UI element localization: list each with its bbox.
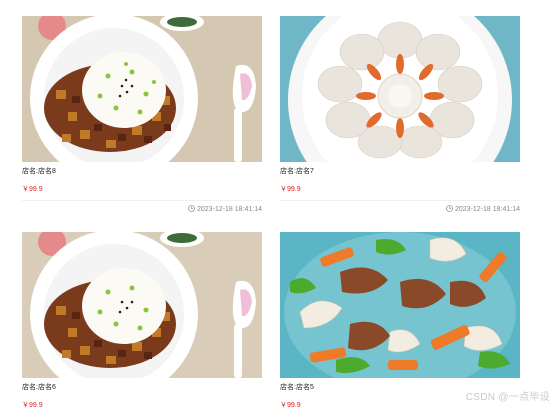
dish-card: 店名:店名6 ￥99.9 (22, 232, 262, 410)
publish-time: 2023-12-18 18:41:14 (22, 205, 262, 214)
price: ￥99.9 (22, 186, 43, 193)
clock-icon (446, 205, 453, 212)
dish-card: 店名:店名8 ￥99.9 2023-12-18 18:41:14 (22, 16, 262, 214)
dish-photo[interactable] (280, 232, 520, 378)
csdn-watermark: CSDN @一点毕设 (465, 392, 550, 403)
dish-card: 店名:店名5 ￥99.9 (280, 232, 520, 410)
dish-photo[interactable] (22, 16, 262, 162)
stir-fried-pork-vegetables-photo (280, 232, 520, 378)
dish-photo[interactable] (280, 16, 520, 162)
publish-time: 2023-12-18 18:41:14 (280, 205, 520, 214)
divider (280, 200, 520, 201)
price: ￥99.9 (280, 186, 301, 193)
rice-braised-pork-photo (22, 232, 262, 378)
clock-icon (188, 205, 195, 212)
divider (22, 200, 262, 201)
rice-braised-pork-photo (22, 16, 262, 162)
time-text: 2023-12-18 18:41:14 (197, 206, 262, 213)
shop-name[interactable]: 店名:店名6 (22, 383, 262, 393)
time-text: 2023-12-18 18:41:14 (455, 206, 520, 213)
dish-photo[interactable] (22, 232, 262, 378)
shrimp-sashimi-photo (280, 16, 520, 162)
dish-card: 店名:店名7 ￥99.9 2023-12-18 18:41:14 (280, 16, 520, 214)
shop-name[interactable]: 店名:店名8 (22, 167, 262, 177)
shop-name[interactable]: 店名:店名7 (280, 167, 520, 177)
